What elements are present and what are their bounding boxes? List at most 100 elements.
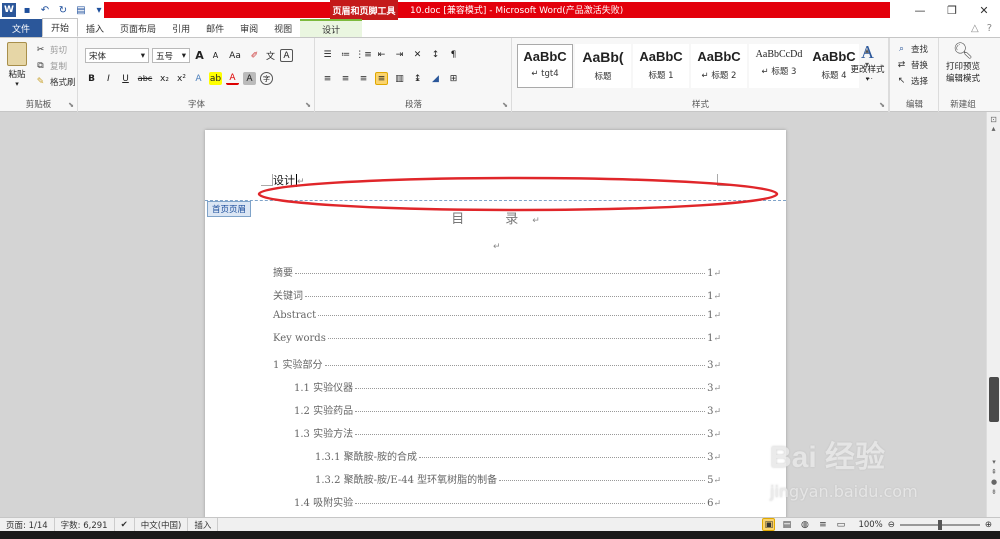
proofing-icon[interactable]: ✔ xyxy=(115,517,135,532)
align-right-icon[interactable]: ≡ xyxy=(357,72,370,85)
tab-home[interactable]: 开始 xyxy=(42,18,79,37)
style-item[interactable]: AaBbCcDd ↵ 标题 3 xyxy=(749,44,809,88)
char-border-icon[interactable]: A xyxy=(280,49,293,62)
paste-button[interactable]: 粘贴 ▾ xyxy=(4,42,30,88)
scroll-up-icon[interactable]: ▴ xyxy=(987,124,1000,133)
change-case-icon[interactable]: Aa xyxy=(225,49,245,62)
print-preview-icon[interactable]: ▤ xyxy=(74,3,88,17)
minimize-ribbon-icon[interactable]: △ xyxy=(971,23,979,34)
vertical-scrollbar[interactable]: ⊡ ▴ ▾ ⇞ ● ⇟ xyxy=(986,112,1000,517)
italic-icon[interactable]: I xyxy=(102,72,115,85)
align-center-icon[interactable]: ≡ xyxy=(339,72,352,85)
toc-entry[interactable]: 关键词 1 ↵ xyxy=(273,287,721,302)
tab-design[interactable]: 设计 xyxy=(300,19,363,37)
style-item[interactable]: AaBb( 标题 xyxy=(575,44,631,88)
undo-icon[interactable]: ↶ xyxy=(38,3,52,17)
draft-view-icon[interactable]: ▭ xyxy=(834,518,847,531)
toc-entry[interactable]: 1 实验部分 3 ↵ xyxy=(273,356,721,371)
help-icon[interactable]: ? xyxy=(987,23,992,34)
status-insert-mode[interactable]: 插入 xyxy=(188,517,219,532)
scroll-down-icon[interactable]: ▾ xyxy=(987,457,1000,467)
tab-view[interactable]: 视图 xyxy=(266,19,300,37)
next-page-icon[interactable]: ⇟ xyxy=(987,487,1000,497)
show-marks-icon[interactable]: ¶ xyxy=(447,48,460,61)
grow-font-icon[interactable]: A xyxy=(193,49,206,62)
save-icon[interactable]: ▪ xyxy=(20,3,34,17)
superscript-icon[interactable]: x² xyxy=(175,72,188,85)
tab-references[interactable]: 引用 xyxy=(164,19,198,37)
toc-entry[interactable]: 1.3.2 聚酰胺-胺/E-44 型环氧树脂的制备 5 ↵ xyxy=(315,471,721,486)
asian-layout-icon[interactable]: ✕ xyxy=(411,48,424,61)
sort-icon[interactable]: ↕ xyxy=(429,48,442,61)
toc-entry[interactable]: Abstract 1 ↵ xyxy=(273,310,721,321)
replace-button[interactable]: ⇄ 替换 xyxy=(895,57,928,73)
bold-icon[interactable]: B xyxy=(85,72,98,85)
change-styles-button[interactable]: A 更改样式 ▾ xyxy=(846,38,890,112)
prev-page-icon[interactable]: ⇞ xyxy=(987,467,1000,477)
line-spacing-icon[interactable]: ↨ xyxy=(411,72,424,85)
enclose-char-icon[interactable]: 字 xyxy=(260,72,273,85)
dialog-launcher-icon[interactable]: ⬊ xyxy=(502,101,508,109)
text-effects-icon[interactable]: A xyxy=(192,72,205,85)
zoom-slider-thumb[interactable] xyxy=(937,519,942,530)
multilevel-list-icon[interactable]: ⋮≡ xyxy=(355,48,372,61)
font-color-icon[interactable]: A xyxy=(226,72,239,85)
select-browse-object-icon[interactable]: ● xyxy=(987,477,1000,487)
toc-entry[interactable]: 1.1 实验仪器 3 ↵ xyxy=(294,379,721,394)
toc-entry[interactable]: 1.4 吸附实验 6 ↵ xyxy=(294,494,721,509)
format-painter-button[interactable]: ✎ 格式刷 xyxy=(34,74,76,90)
status-language[interactable]: 中文(中国) xyxy=(135,517,189,532)
word-logo-icon[interactable]: W xyxy=(2,3,16,17)
dialog-launcher-icon[interactable]: ⬊ xyxy=(68,101,74,109)
restore-button[interactable]: ❐ xyxy=(936,0,968,20)
print-layout-view-icon[interactable]: ▣ xyxy=(762,518,776,531)
dialog-launcher-icon[interactable]: ⬊ xyxy=(305,101,311,109)
tab-review[interactable]: 审阅 xyxy=(232,19,266,37)
style-item[interactable]: AaBbC 标题 1 xyxy=(633,44,689,88)
toc-entry[interactable]: 1.2 实验药品 3 ↵ xyxy=(294,402,721,417)
redo-icon[interactable]: ↻ xyxy=(56,3,70,17)
underline-icon[interactable]: U xyxy=(119,72,132,85)
status-words[interactable]: 字数: 6,291 xyxy=(55,517,115,532)
justify-icon[interactable]: ≡ xyxy=(375,72,388,85)
close-button[interactable]: ✕ xyxy=(968,0,1000,20)
borders-icon[interactable]: ⊞ xyxy=(447,72,460,85)
select-button[interactable]: ↖ 选择 xyxy=(895,73,928,89)
cut-button[interactable]: ✂ 剪切 xyxy=(34,42,76,58)
toc-entry[interactable]: Key words 1 ↵ xyxy=(273,333,721,344)
ruler-toggle-icon[interactable]: ⊡ xyxy=(987,115,1000,124)
char-shading-icon[interactable]: A xyxy=(243,72,256,85)
zoom-level[interactable]: 100% xyxy=(858,520,882,530)
style-item[interactable]: AaBbC ↵ 标题 2 xyxy=(691,44,747,88)
copy-button[interactable]: ⧉ 复制 xyxy=(34,58,76,74)
distributed-icon[interactable]: ▥ xyxy=(393,72,406,85)
reading-view-icon[interactable]: ▤ xyxy=(780,518,793,531)
style-item[interactable]: AaBbC ↵ tgt4 xyxy=(517,44,573,88)
bullets-icon[interactable]: ☰ xyxy=(321,48,334,61)
increase-indent-icon[interactable]: ⇥ xyxy=(393,48,406,61)
find-button[interactable]: ⌕ 查找 xyxy=(895,41,928,57)
tab-mailings[interactable]: 邮件 xyxy=(198,19,232,37)
decrease-indent-icon[interactable]: ⇤ xyxy=(375,48,388,61)
toc-entry[interactable]: 1.3 实验方法 3 ↵ xyxy=(294,425,721,440)
subscript-icon[interactable]: x₂ xyxy=(158,72,171,85)
scrollbar-thumb[interactable] xyxy=(989,377,999,422)
phonetic-guide-icon[interactable]: 文 xyxy=(264,49,277,62)
zoom-in-icon[interactable]: ⊕ xyxy=(985,520,992,530)
shrink-font-icon[interactable]: A xyxy=(209,49,222,62)
numbering-icon[interactable]: ≔ xyxy=(339,48,352,61)
tab-insert[interactable]: 插入 xyxy=(78,19,112,37)
status-page[interactable]: 页面: 1/14 xyxy=(0,517,55,532)
font-size-select[interactable]: 五号 ▾ xyxy=(152,48,190,63)
tab-file[interactable]: 文件 xyxy=(0,19,43,37)
web-layout-view-icon[interactable]: ◍ xyxy=(798,518,811,531)
document-area[interactable]: 设计 ↵ 目 录↵ ↵ 摘要 1 ↵ 关键词 1 ↵ Abstract 1 ↵ Key wor… xyxy=(0,112,986,517)
align-left-icon[interactable]: ≡ xyxy=(321,72,334,85)
print-preview-edit-button[interactable]: 🔍︎ 打印预览 编辑模式 xyxy=(940,41,986,84)
outline-view-icon[interactable]: ≡ xyxy=(816,518,829,531)
zoom-slider[interactable] xyxy=(899,519,980,530)
toc-entry[interactable]: 1.3.1 聚酰胺-胺的合成 3 ↵ xyxy=(315,448,721,463)
tab-page-layout[interactable]: 页面布局 xyxy=(112,19,164,37)
clear-format-icon[interactable]: ✐ xyxy=(248,49,261,62)
highlight-icon[interactable]: ab xyxy=(209,72,222,85)
